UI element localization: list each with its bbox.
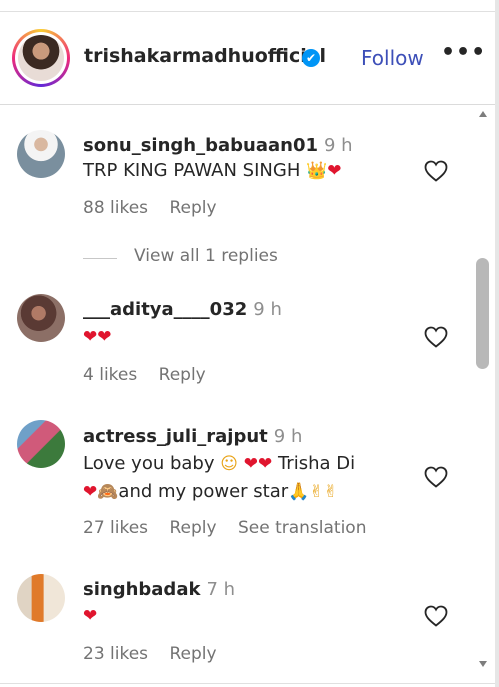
comment-body: TRP KING PAWAN SINGH <box>83 160 301 181</box>
comment-likes-count[interactable]: 88 likes <box>83 198 148 218</box>
commenter-avatar[interactable] <box>17 130 65 178</box>
reply-button[interactable]: Reply <box>159 365 206 385</box>
smiling-face-emoji-icon: ☺ <box>220 454 238 474</box>
reply-button[interactable]: Reply <box>169 198 216 218</box>
comment-username-link[interactable]: ___aditya____032 <box>83 299 247 320</box>
see-no-evil-monkey-emoji-icon: 🙈 <box>97 482 119 502</box>
comment-body-part: Love you baby <box>83 453 215 474</box>
commenter-username: actress_juli_rajput 9 h <box>83 426 302 447</box>
comment-likes-count[interactable]: 4 likes <box>83 365 137 385</box>
comment-text-line-2: ❤🙈and my power star🙏✌✌ <box>83 477 338 507</box>
window-edge <box>495 0 499 687</box>
comment-likes-count[interactable]: 23 likes <box>83 644 148 664</box>
like-comment-heart-icon[interactable] <box>424 160 448 182</box>
like-comment-heart-icon[interactable] <box>424 605 448 627</box>
red-heart-emoji-icon: ❤ <box>83 327 98 347</box>
comment-time: 9 h <box>253 299 282 320</box>
scroll-down-arrow-icon[interactable] <box>479 661 487 667</box>
comment-time: 9 h <box>273 426 303 447</box>
commenter-username: singhbadak 7 h <box>83 579 235 600</box>
comment-username-link[interactable]: sonu_singh_babuaan01 <box>83 135 318 156</box>
like-comment-heart-icon[interactable] <box>424 326 448 348</box>
comment-text: ❤ <box>83 601 97 631</box>
comment-body-part: and my power star <box>118 481 289 502</box>
comment-username-link[interactable]: singhbadak <box>83 579 200 600</box>
commenter-avatar[interactable] <box>17 420 65 468</box>
victory-hand-emoji-icon: ✌ <box>323 482 338 502</box>
crown-emoji-icon: 👑 <box>306 161 328 181</box>
comment-text-line-1: Love you baby ☺ ❤❤ Trisha Di <box>83 449 355 479</box>
view-replies-row: View all 1 replies <box>83 246 483 272</box>
red-heart-emoji-icon: ❤ <box>97 327 112 347</box>
reply-button[interactable]: Reply <box>169 644 216 664</box>
comment-text: TRP KING PAWAN SINGH 👑❤ <box>83 156 342 186</box>
profile-avatar-story-ring[interactable] <box>12 29 70 87</box>
commenter-avatar[interactable] <box>17 294 65 342</box>
avatar-ring-inner <box>15 32 67 84</box>
view-replies-button[interactable]: View all 1 replies <box>134 246 278 266</box>
verified-badge-icon: ✔ <box>302 49 320 67</box>
reply-button[interactable]: Reply <box>169 518 216 538</box>
commenter-avatar[interactable] <box>17 574 65 622</box>
scroll-up-arrow-icon[interactable] <box>479 111 487 117</box>
commenter-username: sonu_singh_babuaan01 9 h <box>83 135 353 156</box>
comment-meta: 4 likes Reply <box>83 365 222 385</box>
comment-meta: 23 likes Reply <box>83 644 233 664</box>
red-heart-emoji-icon: ❤ <box>83 606 98 626</box>
replies-divider-line <box>83 258 117 259</box>
comment-meta: 88 likes Reply <box>83 198 233 218</box>
red-heart-emoji-icon: ❤ <box>243 454 258 474</box>
post-header: trishakarmadhuofficial ✔ Follow ••• <box>0 12 495 105</box>
bottom-divider <box>0 683 495 684</box>
profile-avatar[interactable] <box>18 35 64 81</box>
more-options-icon[interactable]: ••• <box>441 40 486 65</box>
see-translation-button[interactable]: See translation <box>238 518 367 538</box>
folded-hands-emoji-icon: 🙏 <box>288 482 310 502</box>
follow-button[interactable]: Follow <box>361 46 424 70</box>
red-heart-emoji-icon: ❤ <box>83 482 98 502</box>
red-heart-emoji-icon: ❤ <box>257 454 273 474</box>
comment-body-part: Trisha Di <box>277 453 356 474</box>
like-comment-heart-icon[interactable] <box>424 466 448 488</box>
comment-likes-count[interactable]: 27 likes <box>83 518 148 538</box>
comment-username-link[interactable]: actress_juli_rajput <box>83 426 268 447</box>
comment-meta: 27 likes Reply See translation <box>83 518 382 538</box>
victory-hand-emoji-icon: ✌ <box>309 482 324 502</box>
commenter-username: ___aditya____032 9 h <box>83 299 282 320</box>
scrollbar-thumb[interactable] <box>476 258 489 369</box>
comment-time: 7 h <box>206 579 236 600</box>
post-author-username[interactable]: trishakarmadhuofficial <box>84 45 326 67</box>
comment-time: 9 h <box>324 135 353 156</box>
red-heart-emoji-icon: ❤ <box>327 161 342 181</box>
comment-text: ❤❤ <box>83 322 112 352</box>
